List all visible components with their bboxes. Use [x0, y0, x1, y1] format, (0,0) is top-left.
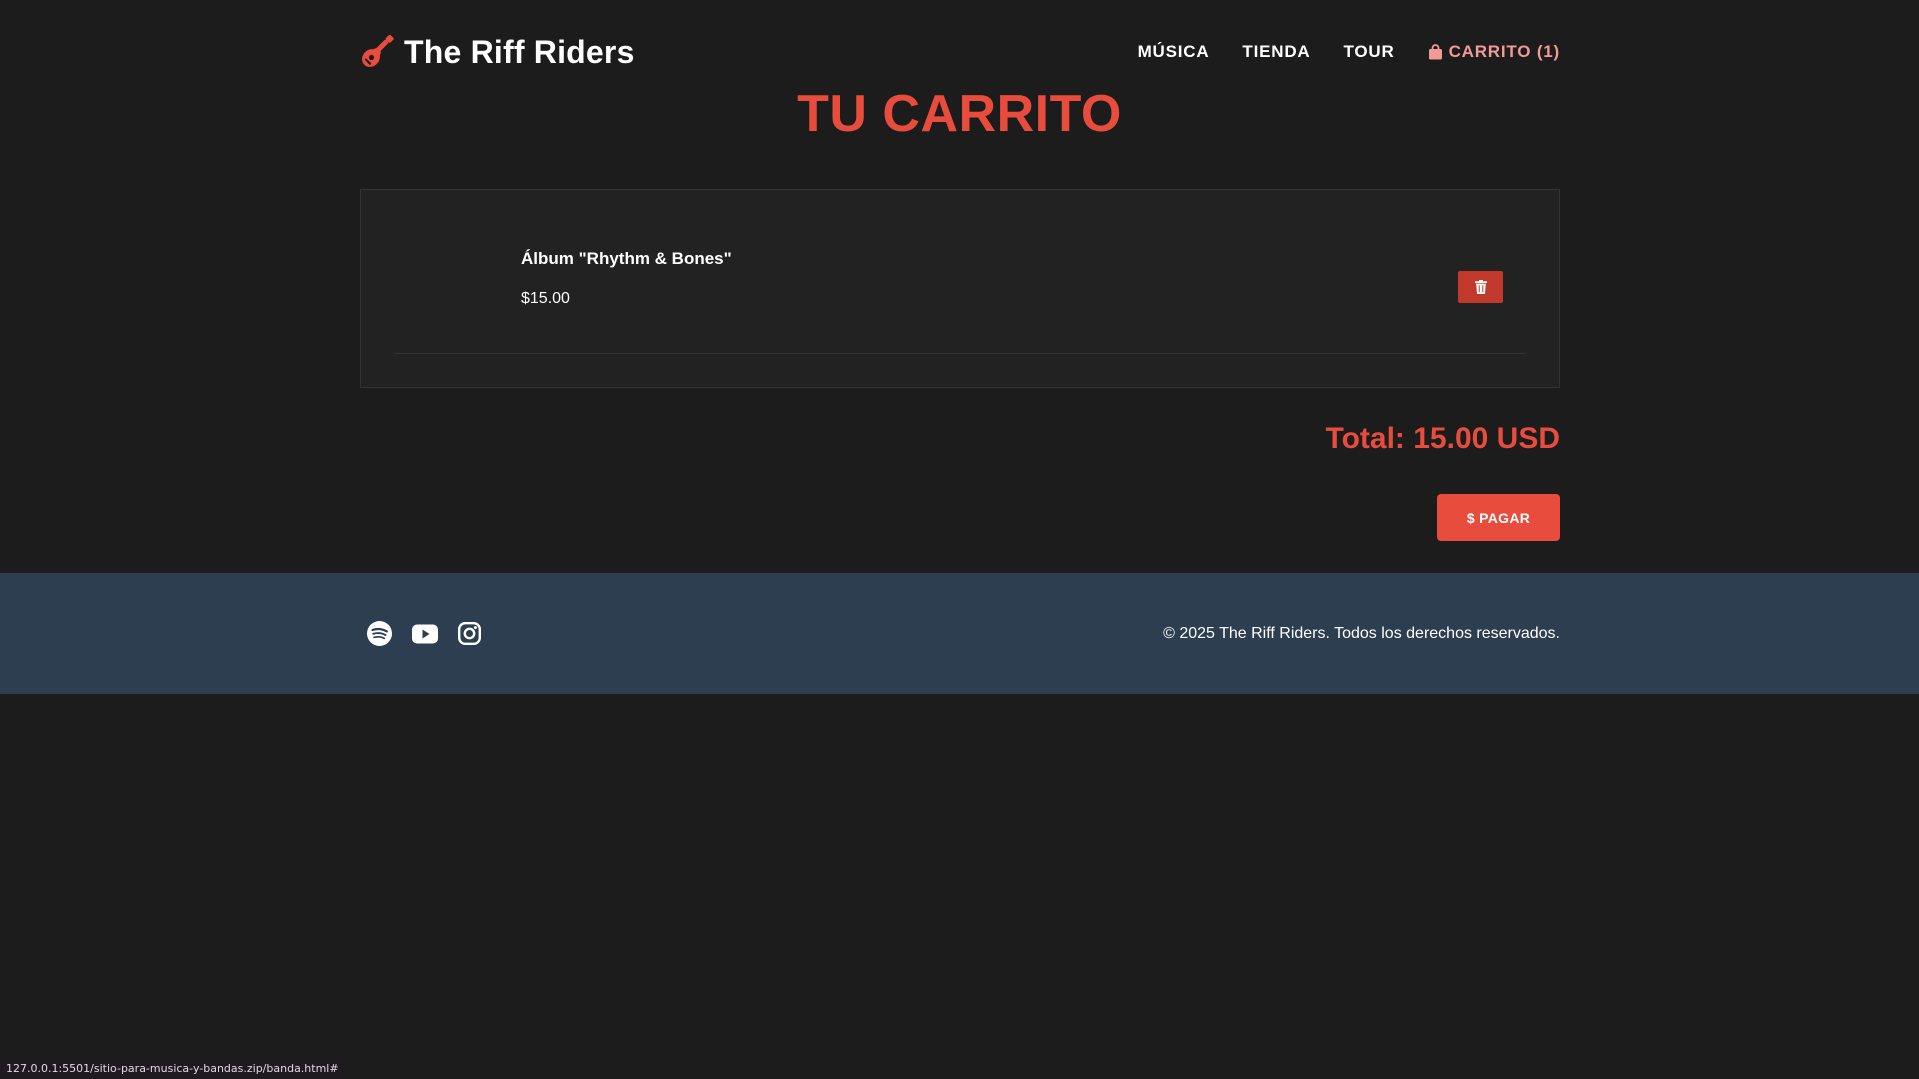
- cart-total: Total: 15.00 USD: [1325, 422, 1560, 455]
- item-price: $15.00: [521, 290, 570, 307]
- youtube-icon[interactable]: [412, 624, 438, 644]
- site-header: The Riff Riders MÚSICA TIENDA TOUR CARRI…: [360, 30, 1560, 74]
- copyright-text: © 2025 The Riff Riders. Todos los derech…: [1163, 624, 1560, 642]
- cart-panel: Álbum "Rhythm & Bones" $15.00: [360, 189, 1560, 388]
- remove-item-button[interactable]: [1458, 271, 1503, 303]
- brand-name: The Riff Riders: [404, 33, 635, 70]
- site-footer: © 2025 The Riff Riders. Todos los derech…: [0, 573, 1919, 694]
- main-nav: MÚSICA TIENDA TOUR CARRITO (1): [1138, 42, 1560, 62]
- social-links: [360, 621, 481, 646]
- nav-link-musica[interactable]: MÚSICA: [1138, 42, 1210, 62]
- nav-link-tienda[interactable]: TIENDA: [1242, 42, 1310, 62]
- cart-label: CARRITO (1): [1448, 42, 1560, 61]
- checkout-row: $ PAGAR: [360, 494, 1560, 541]
- footer-content: © 2025 The Riff Riders. Todos los derech…: [360, 573, 1560, 694]
- status-bar-url: 127.0.0.1:5501/sitio-para-musica-y-banda…: [0, 1059, 345, 1079]
- shopping-bag-icon: [1428, 44, 1443, 60]
- nav-link-cart[interactable]: CARRITO (1): [1428, 42, 1560, 62]
- item-name: Álbum "Rhythm & Bones": [521, 249, 732, 268]
- cart-item: Álbum "Rhythm & Bones" $15.00: [394, 190, 1526, 354]
- item-thumbnail: [394, 223, 490, 319]
- page-title: TU CARRITO: [797, 85, 1122, 143]
- guitar-icon: [360, 35, 394, 69]
- nav-link-tour[interactable]: TOUR: [1344, 42, 1395, 62]
- spotify-icon[interactable]: [367, 621, 392, 646]
- brand-logo[interactable]: The Riff Riders: [360, 34, 635, 71]
- instagram-icon[interactable]: [458, 622, 481, 645]
- pay-button[interactable]: $ PAGAR: [1437, 494, 1560, 541]
- trash-icon: [1474, 280, 1487, 294]
